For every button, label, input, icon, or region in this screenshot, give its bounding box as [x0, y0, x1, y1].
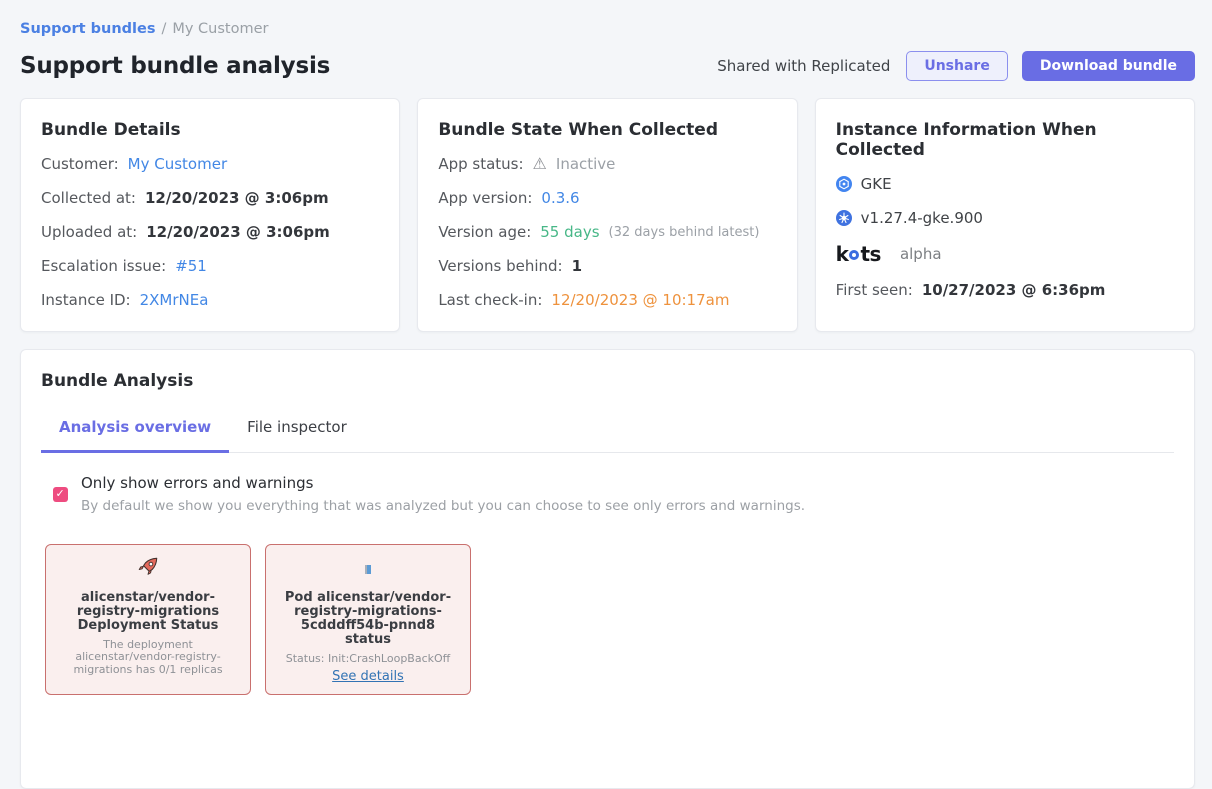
escalation-issue-label: Escalation issue:	[41, 257, 166, 275]
kots-channel: alpha	[900, 245, 942, 263]
bundle-details-title: Bundle Details	[41, 120, 379, 140]
instance-row-k8s-version: v1.27.4-gke.900	[836, 208, 1174, 228]
customer-label: Customer:	[41, 155, 119, 173]
icon-area	[56, 557, 240, 581]
customer-link[interactable]: My Customer	[128, 155, 227, 173]
icon-area	[276, 557, 460, 581]
bundle-details-card: Bundle Details Customer: My Customer Col…	[20, 98, 400, 332]
state-row-last-checkin: Last check-in: 12/20/2023 @ 10:17am	[438, 290, 776, 310]
detail-row-uploaded-at: Uploaded at: 12/20/2023 @ 3:06pm	[41, 222, 379, 242]
detail-row-instance-id: Instance ID: 2XMrNEa	[41, 290, 379, 310]
last-checkin-value: 12/20/2023 @ 10:17am	[551, 291, 729, 309]
bundle-state-title: Bundle State When Collected	[438, 120, 776, 140]
analysis-card-deployment-status[interactable]: alicenstar/vendor-registry-migrations De…	[45, 544, 251, 695]
collected-at-value: 12/20/2023 @ 3:06pm	[145, 189, 329, 207]
analysis-card-message: The deployment alicenstar/vendor-registr…	[56, 639, 240, 676]
state-row-versions-behind: Versions behind: 1	[438, 256, 776, 276]
app-status-label: App status:	[438, 155, 523, 173]
analysis-tabs: Analysis overview File inspector	[41, 418, 1174, 453]
app-version-label: App version:	[438, 189, 532, 207]
version-age-note: (32 days behind latest)	[609, 225, 760, 240]
app-status-value: Inactive	[556, 155, 616, 173]
state-row-app-version: App version: 0.3.6	[438, 188, 776, 208]
tab-file-inspector[interactable]: File inspector	[229, 418, 365, 453]
filter-text: Only show errors and warnings By default…	[81, 474, 805, 514]
rocket-icon	[137, 556, 159, 582]
header-actions: Shared with Replicated Unshare Download …	[717, 51, 1195, 81]
broken-image-icon	[365, 565, 371, 574]
breadcrumb-support-bundles-link[interactable]: Support bundles	[20, 21, 155, 37]
first-seen-value: 10/27/2023 @ 6:36pm	[922, 281, 1106, 299]
page-title: Support bundle analysis	[20, 53, 330, 79]
distribution-value: GKE	[861, 175, 892, 193]
tab-analysis-overview[interactable]: Analysis overview	[41, 418, 229, 453]
see-details-link[interactable]: See details	[332, 669, 404, 684]
analysis-result-cards: alicenstar/vendor-registry-migrations De…	[41, 544, 1174, 695]
analysis-card-title: alicenstar/vendor-registry-migrations De…	[56, 591, 240, 633]
k8s-version-value: v1.27.4-gke.900	[861, 209, 983, 227]
kots-logo-o-icon	[849, 250, 859, 260]
filter-description: By default we show you everything that w…	[81, 498, 805, 514]
shared-status-text: Shared with Replicated	[717, 57, 890, 75]
analysis-card-title: Pod alicenstar/vendor-registry-migration…	[276, 591, 460, 647]
instance-info-title: Instance Information When Collected	[836, 120, 1174, 160]
detail-row-escalation-issue: Escalation issue: #51	[41, 256, 379, 276]
bundle-state-card: Bundle State When Collected App status: …	[417, 98, 797, 332]
instance-row-first-seen: First seen: 10/27/2023 @ 6:36pm	[836, 280, 1174, 300]
bundle-analysis-title: Bundle Analysis	[41, 371, 1174, 391]
breadcrumb-separator: /	[161, 21, 166, 37]
state-row-app-status: App status: ⚠ Inactive	[438, 154, 776, 174]
bundle-analysis-panel: Bundle Analysis Analysis overview File i…	[20, 349, 1195, 789]
download-bundle-button[interactable]: Download bundle	[1022, 51, 1195, 81]
collected-at-label: Collected at:	[41, 189, 136, 207]
last-checkin-label: Last check-in:	[438, 291, 542, 309]
version-age-label: Version age:	[438, 223, 531, 241]
instance-id-label: Instance ID:	[41, 291, 131, 309]
page-header: Support bundle analysis Shared with Repl…	[20, 51, 1195, 81]
filter-row: Only show errors and warnings By default…	[41, 474, 1174, 514]
detail-row-collected-at: Collected at: 12/20/2023 @ 3:06pm	[41, 188, 379, 208]
versions-behind-label: Versions behind:	[438, 257, 562, 275]
warning-icon: ⚠	[533, 156, 547, 172]
version-age-value: 55 days	[540, 223, 599, 241]
versions-behind-value: 1	[572, 257, 582, 275]
instance-row-kots: kts alpha	[836, 244, 1174, 264]
analysis-card-pod-status[interactable]: Pod alicenstar/vendor-registry-migration…	[265, 544, 471, 695]
instance-id-link[interactable]: 2XMrNEa	[140, 291, 209, 309]
filter-label[interactable]: Only show errors and warnings	[81, 474, 805, 492]
uploaded-at-label: Uploaded at:	[41, 223, 137, 241]
app-version-link[interactable]: 0.3.6	[541, 189, 579, 207]
first-seen-label: First seen:	[836, 281, 913, 299]
errors-warnings-checkbox[interactable]	[53, 487, 68, 502]
instance-row-distribution: GKE	[836, 174, 1174, 194]
kots-logo: kts	[836, 244, 881, 264]
breadcrumb-current: My Customer	[172, 21, 268, 37]
kubernetes-icon	[836, 210, 852, 226]
kots-logo-ts: ts	[860, 244, 880, 264]
page: Support bundles / My Customer Support bund…	[0, 0, 1212, 789]
gke-icon	[836, 176, 852, 192]
uploaded-at-value: 12/20/2023 @ 3:06pm	[146, 223, 330, 241]
escalation-issue-link[interactable]: #51	[175, 257, 207, 275]
kots-logo-k: k	[836, 244, 849, 264]
detail-row-customer: Customer: My Customer	[41, 154, 379, 174]
state-row-version-age: Version age: 55 days (32 days behind lat…	[438, 222, 776, 242]
instance-info-card: Instance Information When Collected GKE …	[815, 98, 1195, 332]
breadcrumb: Support bundles / My Customer	[20, 0, 1195, 37]
analysis-card-message: Status: Init:CrashLoopBackOff	[276, 653, 460, 665]
unshare-button[interactable]: Unshare	[906, 51, 1007, 81]
summary-cards: Bundle Details Customer: My Customer Col…	[20, 98, 1195, 332]
